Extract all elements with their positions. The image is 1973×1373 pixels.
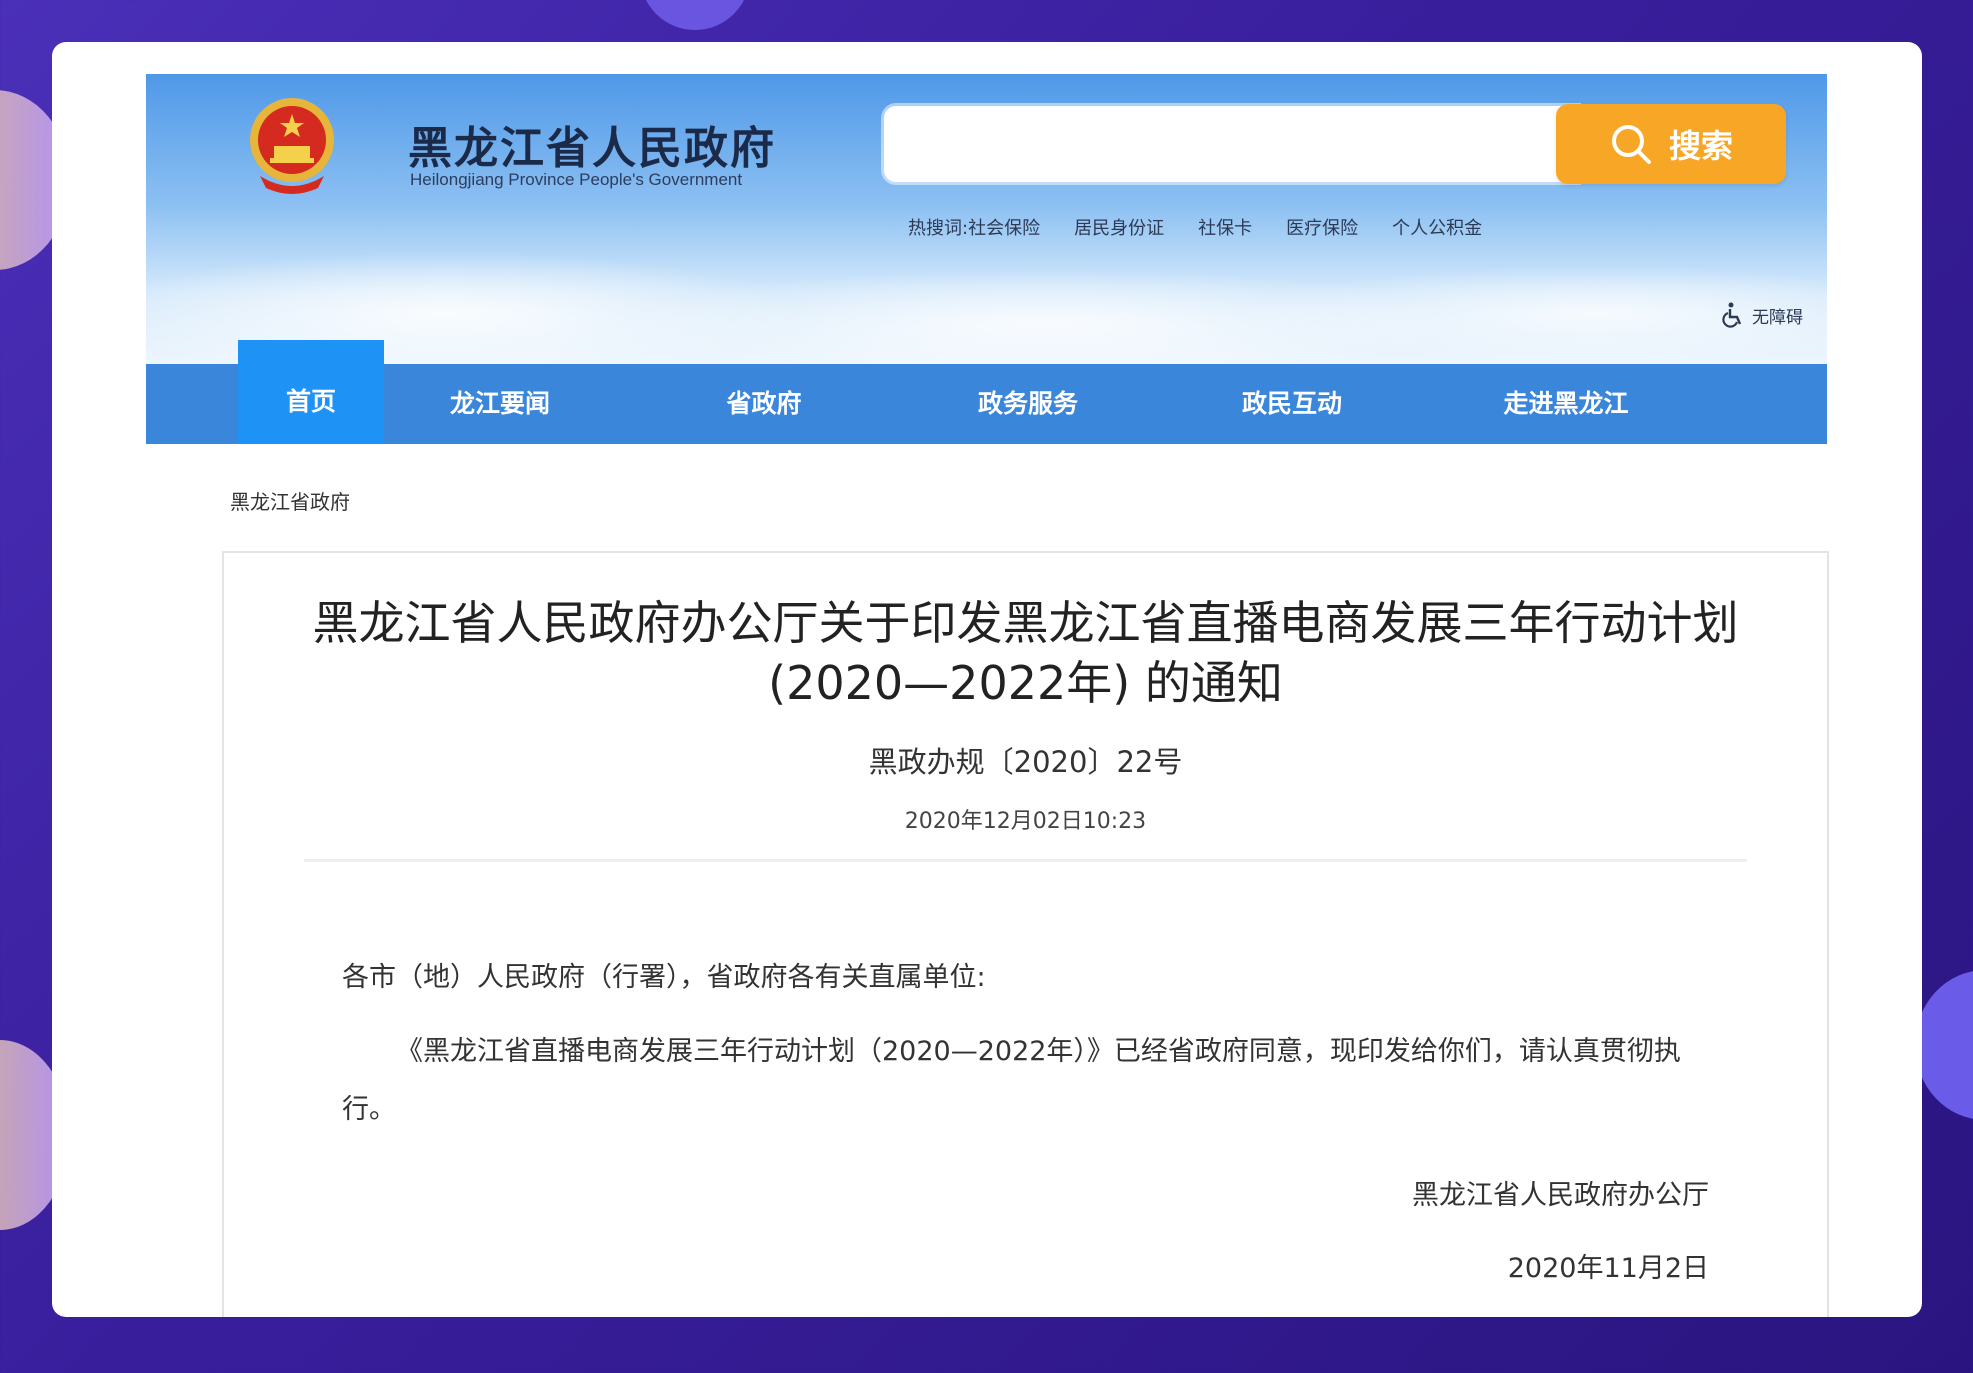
nav-item-news[interactable]: 龙江要闻 <box>408 364 592 444</box>
search-icon <box>1611 125 1651 164</box>
hot-search-words: 热搜词:社会保险 居民身份证 社保卡 医疗保险 个人公积金 <box>908 214 1482 240</box>
national-emblem-icon <box>250 98 334 194</box>
divider <box>304 859 1747 862</box>
nav-item-about[interactable]: 走进黑龙江 <box>1464 364 1668 444</box>
screenshot-card: 黑龙江省人民政府 Heilongjiang Province People's … <box>52 42 1922 1317</box>
breadcrumb[interactable]: 黑龙江省政府 <box>230 486 350 515</box>
background-decoration <box>640 0 750 30</box>
nav-item-government[interactable]: 省政府 <box>672 364 856 444</box>
main-nav: 首页 龙江要闻 省政府 政务服务 政民互动 走进黑龙江 <box>146 340 1827 444</box>
hotword-item[interactable]: 医疗保险 <box>1286 214 1358 240</box>
hotwords-label: 热搜词: <box>908 218 969 239</box>
nav-item-services[interactable]: 政务服务 <box>936 364 1120 444</box>
hotword-label: 社会保险 <box>968 218 1041 239</box>
site-subtitle: Heilongjiang Province People's Governmen… <box>410 170 743 189</box>
webpage: 黑龙江省人民政府 Heilongjiang Province People's … <box>146 74 1829 1317</box>
search-button[interactable]: 搜索 <box>1556 104 1786 184</box>
search-input[interactable] <box>884 106 1578 182</box>
nav-item-interaction[interactable]: 政民互动 <box>1200 364 1384 444</box>
article-signature: 黑龙江省人民政府办公厅 <box>1412 1180 1709 1211</box>
accessibility-link[interactable]: 无障碍 <box>1722 302 1803 328</box>
publish-time: 2020年12月02日10:23 <box>904 809 1147 834</box>
wheelchair-icon <box>1722 302 1742 328</box>
hotword-item[interactable]: 热搜词:社会保险 <box>908 214 1040 240</box>
background-decoration <box>1915 970 1973 1120</box>
article-body: 《黑龙江省直播电商发展三年行动计划（2020—2022年）》已经省政府同意，现印… <box>342 1036 1681 1125</box>
hotword-item[interactable]: 居民身份证 <box>1074 214 1164 240</box>
document-number: 黑政办规〔2020〕22号 <box>868 745 1183 779</box>
article: 黑龙江省人民政府办公厅关于印发黑龙江省直播电商发展三年行动计划 (2020—20… <box>222 551 1829 1317</box>
article-date: 2020年11月2日 <box>1507 1253 1709 1284</box>
site-title: 黑龙江省人民政府 <box>408 123 776 174</box>
hotword-item[interactable]: 社保卡 <box>1198 214 1252 240</box>
hotword-item[interactable]: 个人公积金 <box>1392 214 1482 240</box>
article-title: 黑龙江省人民政府办公厅关于印发黑龙江省直播电商发展三年行动计划 (2020—20… <box>312 596 1739 710</box>
header-banner: 黑龙江省人民政府 Heilongjiang Province People's … <box>146 74 1827 364</box>
accessibility-label: 无障碍 <box>1752 307 1803 328</box>
nav-item-home[interactable]: 首页 <box>238 340 384 444</box>
search-button-label: 搜索 <box>1668 127 1733 165</box>
article-salutation: 各市（地）人民政府（行署），省政府各有关直属单位: <box>342 962 986 993</box>
